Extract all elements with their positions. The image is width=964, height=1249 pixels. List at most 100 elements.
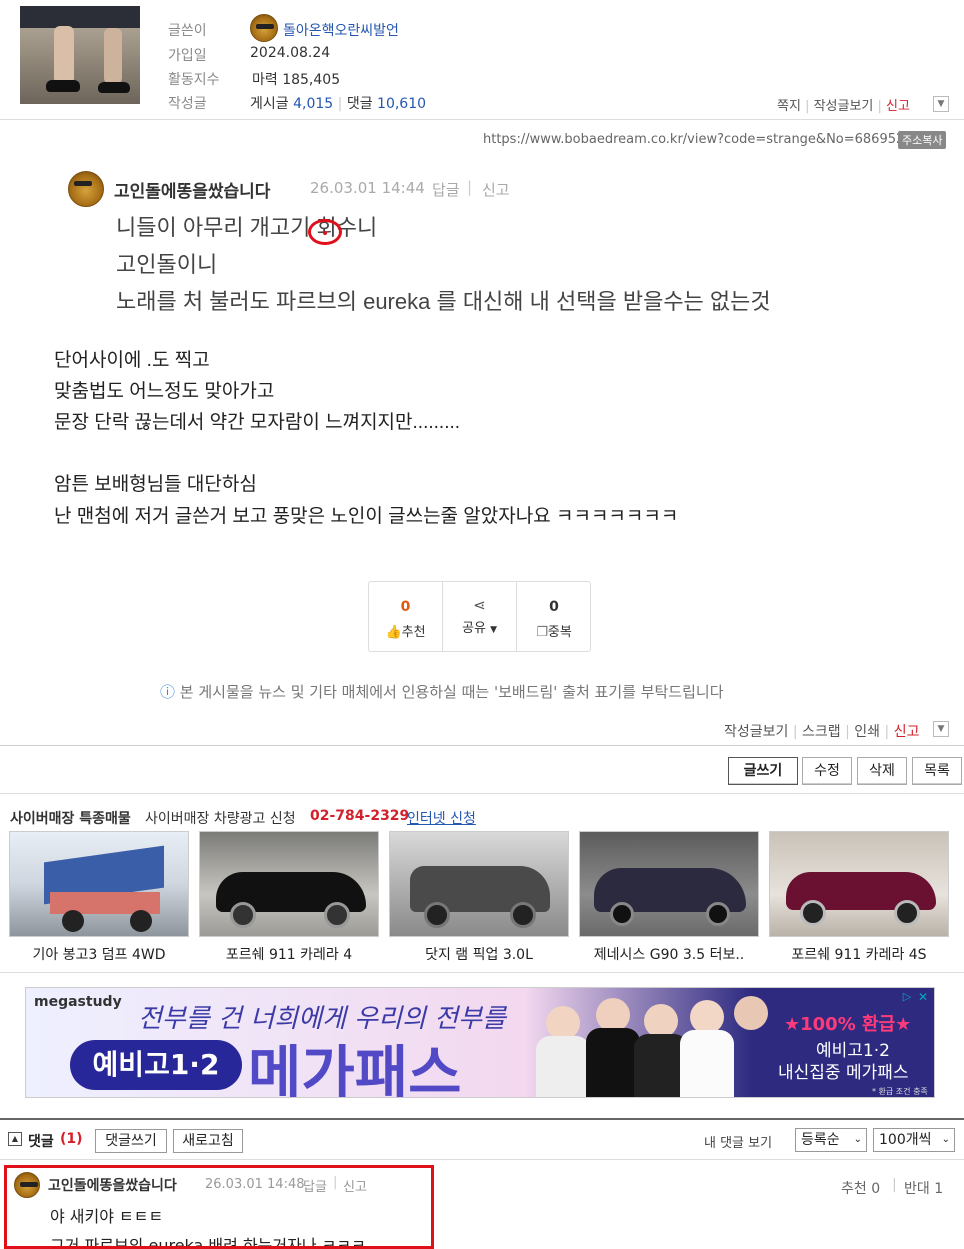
- citation-notice-text: 본 게시물을 뉴스 및 기타 매체에서 인용하실 때는 '보배드림' 출처 표기…: [179, 683, 724, 701]
- report-dropdown-icon[interactable]: ▼: [933, 96, 949, 112]
- internet-apply-link[interactable]: 인터넷 신청: [407, 808, 476, 828]
- sort-select[interactable]: 등록순 ⌄: [795, 1128, 867, 1152]
- chevron-down-icon: ⌄: [853, 1134, 862, 1145]
- share-icon: ⋖: [473, 596, 486, 614]
- report-link[interactable]: 신고: [886, 99, 910, 114]
- divider: [0, 1159, 964, 1160]
- per-page-select[interactable]: 100개씩 ⌄: [873, 1128, 955, 1152]
- store-item-caption[interactable]: 포르쉐 911 카레라 4S: [764, 944, 954, 964]
- post-url: https://www.bobaedream.co.kr/view?code=s…: [483, 132, 913, 147]
- activity-value: 마력 185,405: [252, 72, 341, 88]
- sort-select-value: 등록순: [801, 1132, 840, 1148]
- joined-label: 가입일: [168, 48, 207, 64]
- separator: |: [892, 1177, 897, 1193]
- quote-line: 노래를 처 불러도 파르브의 eureka 를 대신해 내 선택을 받을수는 없…: [116, 289, 771, 314]
- store-item-caption[interactable]: 제네시스 G90 3.5 터보..: [574, 944, 764, 964]
- report-link[interactable]: 신고: [894, 724, 920, 740]
- view-posts-link[interactable]: 작성글보기: [814, 99, 874, 114]
- quote-date: 26.03.01 14:44: [310, 179, 425, 197]
- author-profile: 글쓴이 가입일 활동지수 작성글 돌아온핵오란씨발언 2024.08.24 마력…: [0, 0, 964, 120]
- cyber-store-ad-text: 사이버매장 차량광고 신청: [145, 811, 296, 827]
- view-posts-link[interactable]: 작성글보기: [724, 724, 788, 740]
- report-dropdown-icon[interactable]: ▼: [933, 721, 949, 737]
- posts-count-label: 게시글: [250, 96, 289, 112]
- duplicate-icon: ❐: [536, 625, 548, 640]
- posts-summary: 게시글 4,015 | 댓글 10,610: [250, 96, 427, 112]
- post-body-line: 맞춤법도 어느정도 맞아가고: [54, 381, 275, 402]
- comments-count-link[interactable]: 10,610: [377, 96, 426, 112]
- megastudy-ad-banner[interactable]: megastudy 전부를 건 너희에게 우리의 전부를 예비고1·2 메가패스…: [25, 987, 935, 1098]
- store-item-image[interactable]: [769, 831, 949, 937]
- red-highlight-annotation: [4, 1165, 434, 1249]
- ad-product: 메가패스: [248, 1039, 462, 1098]
- per-page-select-value: 100개씩: [879, 1132, 932, 1148]
- posts-label: 작성글: [168, 96, 207, 112]
- store-item-image[interactable]: [389, 831, 569, 937]
- refresh-button[interactable]: 새로고침: [173, 1129, 243, 1153]
- cyber-store-phone: 02-784-2329: [310, 808, 410, 824]
- store-item-image[interactable]: [9, 831, 189, 937]
- edit-button[interactable]: 수정: [802, 757, 852, 785]
- my-comments-link[interactable]: 내 댓글 보기: [704, 1132, 772, 1151]
- quote-report: 신고: [482, 181, 510, 199]
- share-label: 공유: [462, 621, 486, 636]
- duplicate-button[interactable]: 0 ❐중복: [517, 582, 591, 651]
- chevron-down-icon: ▼: [490, 625, 497, 635]
- quote-author-name: 고인돌에똥을쌌습니다: [114, 182, 271, 202]
- store-item-image[interactable]: [579, 831, 759, 937]
- list-button[interactable]: 목록: [912, 757, 962, 785]
- recommend-button[interactable]: 0 👍추천: [369, 582, 443, 651]
- adchoices-icon[interactable]: ▷: [898, 990, 916, 1004]
- vote-box: 0 👍추천 ⋖ 공유 ▼ 0 ❐중복: [368, 581, 591, 652]
- comments-label: 댓글: [28, 1134, 54, 1150]
- store-item-image[interactable]: [199, 831, 379, 937]
- post-body-line: 문장 단락 끊는데서 약간 모자람이 느껴지지만.........: [54, 412, 461, 433]
- comments-count: (1): [60, 1131, 83, 1147]
- close-icon[interactable]: ✕: [916, 990, 930, 1004]
- divider: [0, 745, 964, 746]
- post-body-line: 단어사이에 .도 찍고: [54, 350, 210, 371]
- duplicate-count: 0: [549, 599, 559, 615]
- comment-downvote[interactable]: 반대 1: [904, 1178, 943, 1198]
- write-comment-button[interactable]: 댓글쓰기: [95, 1129, 167, 1153]
- share-button[interactable]: ⋖ 공유 ▼: [443, 582, 517, 651]
- thumbs-up-icon: 👍: [385, 625, 402, 640]
- scrap-link[interactable]: 스크랩: [802, 724, 841, 740]
- chevron-down-icon: ⌄: [941, 1134, 950, 1145]
- quote-reply: 답글: [432, 181, 460, 199]
- delete-button[interactable]: 삭제: [857, 757, 907, 785]
- profile-links: 쪽지 | 작성글보기 | 신고: [777, 99, 910, 114]
- print-link[interactable]: 인쇄: [854, 724, 880, 740]
- ad-grade-pill: 예비고1·2: [70, 1040, 242, 1090]
- write-button[interactable]: 글쓰기: [728, 757, 798, 785]
- cyber-store-title: 사이버매장 특종매물: [10, 811, 131, 827]
- ad-refund: ★100% 환급★: [784, 1014, 912, 1035]
- joined-date: 2024.08.24: [250, 45, 331, 61]
- comments-count-label: 댓글: [346, 96, 373, 112]
- duplicate-label: 중복: [547, 625, 572, 640]
- ad-brand: megastudy: [34, 994, 122, 1010]
- store-item-caption[interactable]: 포르쉐 911 카레라 4: [194, 944, 384, 964]
- cyber-store-section: 사이버매장 특종매물 사이버매장 차량광고 신청 02-784-2329 인터넷…: [0, 793, 964, 973]
- recommend-count: 0: [400, 599, 411, 615]
- ad-fine-print: * 환급 조건 충족 시: [872, 1087, 928, 1096]
- message-link[interactable]: 쪽지: [777, 99, 801, 114]
- store-item-caption[interactable]: 닷지 램 픽업 3.0L: [384, 944, 574, 964]
- comments-toolbar: ▲ 댓글 (1) 댓글쓰기 새로고침 내 댓글 보기 등록순 ⌄ 100개씩 ⌄: [0, 1118, 964, 1160]
- ad-people-image: [526, 988, 768, 1097]
- quote-line: 고인돌이니: [116, 252, 218, 277]
- post-body-line: 난 맨첨에 저거 글쓴거 보고 풍맞은 노인이 글쓰는줄 알았자나요 ㅋㅋㅋㅋㅋ…: [54, 506, 679, 527]
- activity-label: 활동지수: [168, 72, 220, 88]
- comment-upvote[interactable]: 추천 0: [841, 1178, 880, 1198]
- quote-author-avatar-icon: [68, 171, 104, 207]
- author-name-link[interactable]: 돌아온핵오란씨발언: [283, 20, 399, 40]
- ad-side-line2: 내신집중 메가패스: [778, 1063, 909, 1083]
- recommend-label: 추천: [401, 625, 426, 640]
- post-body-line: 암튼 보배형님들 대단하심: [54, 474, 257, 495]
- copy-url-button[interactable]: 주소복사: [898, 131, 947, 149]
- posts-count-link[interactable]: 4,015: [293, 96, 333, 112]
- collapse-icon[interactable]: ▲: [8, 1132, 22, 1146]
- store-item-caption[interactable]: 기아 봉고3 덤프 4WD: [4, 944, 194, 964]
- author-profile-photo[interactable]: [20, 6, 140, 104]
- author-avatar-icon: [250, 14, 278, 42]
